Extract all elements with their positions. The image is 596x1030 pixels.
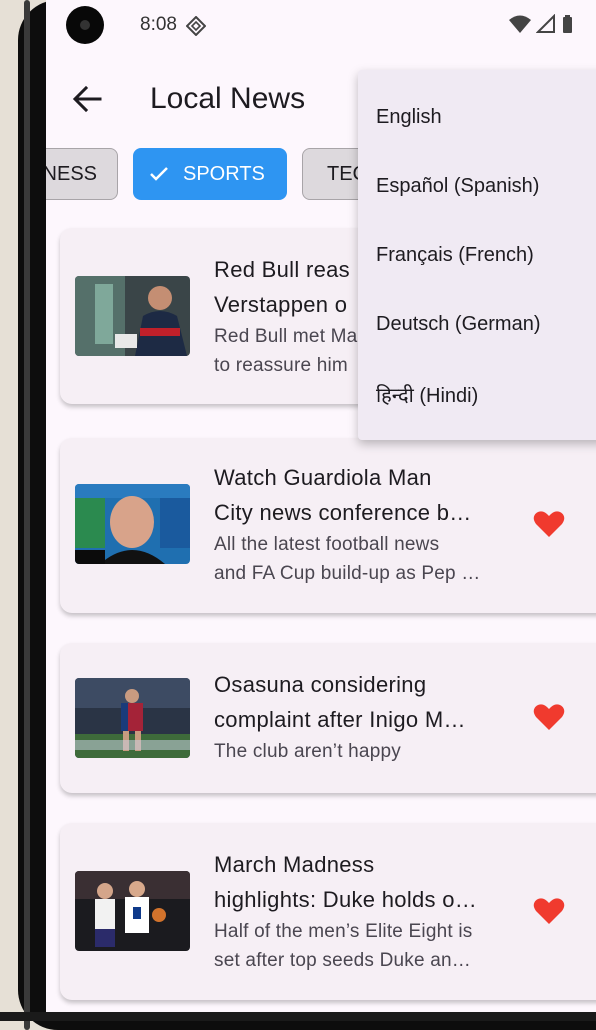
news-thumbnail [75, 484, 190, 564]
news-thumbnail [75, 871, 190, 951]
app-screen: 8:08 Local News NESS SPORTS TEC Red Bull… [46, 0, 596, 1015]
language-menu: English Español (Spanish) Français (Fren… [358, 70, 596, 440]
device-edge [24, 0, 30, 1030]
news-description: Half of the men’s Elite Eight is set aft… [214, 921, 473, 971]
menu-item-hindi[interactable]: हिन्दी (Hindi) [376, 381, 478, 408]
news-description: The club aren’t happy [214, 741, 401, 762]
news-card[interactable]: March Madness highlights: Duke holds o… … [60, 823, 596, 1000]
wifi-icon [509, 15, 531, 33]
menu-item-german[interactable]: Deutsch (German) [376, 313, 541, 336]
menu-item-english[interactable]: English [376, 106, 442, 129]
favorite-heart-icon[interactable] [533, 510, 565, 538]
news-card[interactable]: Watch Guardiola Man City news conference… [60, 438, 596, 613]
battery-icon [562, 15, 572, 33]
chip-sports[interactable]: SPORTS [133, 148, 287, 200]
news-thumbnail [75, 276, 190, 356]
notification-icon [186, 16, 206, 36]
chip-label: SPORTS [183, 162, 265, 185]
signal-icon [536, 13, 556, 33]
chip-label: NESS [46, 162, 97, 185]
page-title: Local News [150, 82, 306, 115]
menu-item-spanish[interactable]: Español (Spanish) [376, 175, 539, 198]
favorite-heart-icon[interactable] [533, 897, 565, 925]
news-title: Osasuna considering complaint after Inig… [214, 672, 466, 732]
back-arrow-icon[interactable] [70, 82, 104, 116]
news-title: March Madness highlights: Duke holds o… [214, 852, 478, 912]
news-thumbnail [75, 678, 190, 758]
check-icon [150, 167, 168, 181]
favorite-heart-icon[interactable] [533, 703, 565, 731]
status-icons [508, 13, 573, 39]
camera-cutout [66, 6, 104, 44]
bottom-edge [0, 1012, 596, 1021]
news-card[interactable]: Osasuna considering complaint after Inig… [60, 643, 596, 793]
status-time: 8:08 [140, 14, 177, 35]
news-title: Watch Guardiola Man City news conference… [214, 465, 472, 525]
chip-business[interactable]: NESS [46, 148, 118, 200]
news-description: All the latest football news and FA Cup … [214, 534, 481, 584]
menu-item-french[interactable]: Français (French) [376, 244, 534, 267]
status-bar: 8:08 [46, 0, 596, 50]
